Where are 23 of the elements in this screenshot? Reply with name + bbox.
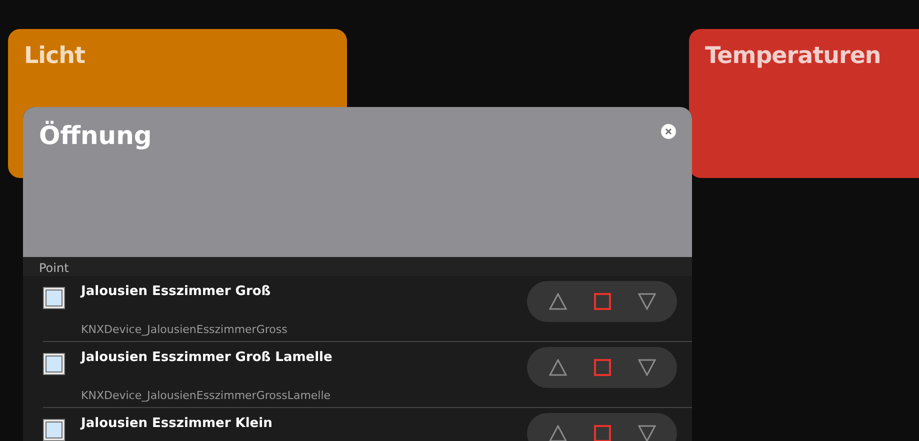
tile-title: Temperaturen	[705, 43, 881, 69]
window-icon	[43, 353, 65, 375]
window-icon	[43, 419, 65, 441]
point-name: Jalousien Esszimmer Groß	[81, 284, 272, 299]
point-name: Jalousien Esszimmer Groß Lamelle	[81, 350, 334, 365]
column-header: Point	[39, 261, 69, 275]
up-button[interactable]	[548, 425, 566, 441]
down-button[interactable]	[638, 359, 656, 376]
point-name: Jalousien Esszimmer Klein	[81, 416, 274, 431]
tile[interactable]: Temperaturen	[689, 29, 919, 178]
up-button[interactable]	[548, 293, 566, 310]
device-id: KNXDevice_JalousienEsszimmerGross	[81, 323, 288, 338]
tile-title: Licht	[24, 43, 86, 69]
stop-button[interactable]	[594, 293, 610, 310]
device-id: KNXDevice_JalousienEsszimmerGrossLamelle	[81, 389, 332, 404]
stop-button[interactable]	[594, 425, 610, 441]
up-button[interactable]	[548, 359, 566, 376]
down-button[interactable]	[638, 425, 656, 441]
dialog-title: Öffnung	[39, 121, 152, 150]
close-icon[interactable]	[661, 124, 676, 139]
window-icon	[43, 287, 65, 309]
down-button[interactable]	[638, 293, 656, 310]
stop-button[interactable]	[594, 359, 610, 376]
